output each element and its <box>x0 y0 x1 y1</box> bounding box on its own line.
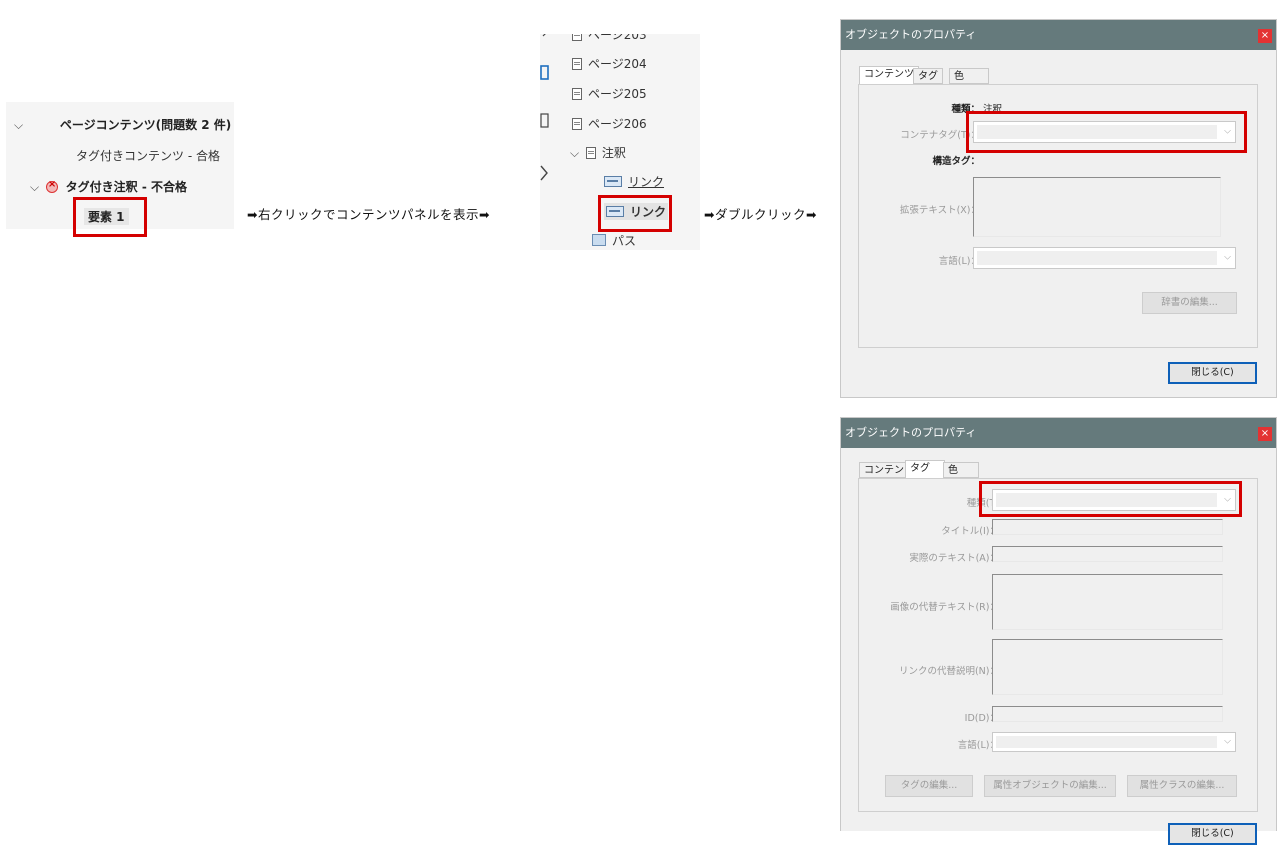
chevron-down-icon: ⌵ <box>1224 736 1231 747</box>
page-icon <box>572 118 582 130</box>
alt-text-label: 画像の代替テキスト(R)： <box>890 602 999 613</box>
highlight-box <box>966 111 1247 153</box>
edit-attribute-class-button[interactable]: 属性クラスの編集... <box>1127 775 1237 797</box>
instruction-right-click: ➡右クリックでコンテンツパネルを表示➡ <box>247 207 490 222</box>
tree-row-tagged-content[interactable]: タグ付きコンテンツ - 合格 <box>76 147 220 164</box>
close-icon[interactable]: × <box>1258 427 1272 441</box>
page-icon <box>572 58 582 70</box>
chevron-down-icon[interactable]: ⌵ <box>30 180 42 195</box>
link-alt-label: リンクの代替説明(N)： <box>898 666 999 677</box>
highlight-box <box>73 197 147 237</box>
error-icon <box>45 179 58 193</box>
tree-item-page[interactable]: ページ205 <box>572 85 647 102</box>
tree-item-annotation[interactable]: ⌵ 注釈 <box>570 144 626 161</box>
tree-row-page-content[interactable]: ⌵ ページコンテンツ(問題数 2 件) <box>14 116 231 133</box>
tab-panel: 種類(T) ⌵ タイトル(I)： 実際のテキスト(A)： 画像の代替テキスト(R… <box>858 478 1258 812</box>
language-select[interactable]: ⌵ <box>992 732 1236 752</box>
language-select[interactable]: ⌵ <box>973 247 1236 269</box>
dialog-title: オブジェクトのプロパティ <box>841 418 1276 448</box>
tree-item-label: ページ204 <box>588 57 647 71</box>
object-properties-dialog-tag: オブジェクトのプロパティ × コンテンツ タグ 色 種類(T) ⌵ タイトル(I… <box>840 417 1277 845</box>
highlight-box <box>979 481 1242 517</box>
ext-text-label: 拡張テキスト(X)： <box>899 205 980 216</box>
tree-item-path[interactable]: パス <box>592 232 636 249</box>
tree-item-label: 注釈 <box>601 146 626 160</box>
chevron-down-icon[interactable]: ⌵ <box>14 118 26 133</box>
chevron-down-icon[interactable]: ⌵ <box>570 146 582 161</box>
panel-sidebar <box>540 34 558 250</box>
tree-item-label: パス <box>612 234 637 248</box>
tree-item-link[interactable]: リンク <box>604 173 664 190</box>
tree-row-tagged-annotation[interactable]: ⌵ タグ付き注釈 - 不合格 <box>30 178 187 195</box>
page-icon <box>572 88 582 100</box>
page-icon <box>572 34 582 41</box>
actual-text-label: 実際のテキスト(A)： <box>909 553 999 564</box>
close-icon[interactable]: × <box>1258 29 1272 43</box>
tab-color[interactable]: 色 <box>949 68 989 84</box>
close-button[interactable]: 閉じる(C) <box>1168 362 1257 384</box>
alt-text-field[interactable] <box>992 574 1223 630</box>
id-field[interactable] <box>992 706 1223 722</box>
tab-content[interactable]: コンテンツ <box>859 66 919 84</box>
link-alt-field[interactable] <box>992 639 1223 695</box>
ext-text-field[interactable] <box>973 177 1221 237</box>
tree-item-page[interactable]: ページ204 <box>572 55 647 72</box>
tree-item-page[interactable]: ページ203 <box>572 34 647 43</box>
tab-tag[interactable]: タグ <box>905 460 945 478</box>
tree-item-label: ページ203 <box>588 34 647 42</box>
path-icon <box>592 234 606 246</box>
tab-tag[interactable]: タグ <box>913 68 943 84</box>
actual-text-field[interactable] <box>992 546 1223 562</box>
object-properties-dialog-content: オブジェクトのプロパティ × コンテンツ タグ 色 種類： 注釈 コンテナタグ(… <box>840 19 1277 398</box>
edit-dictionary-button[interactable]: 辞書の編集... <box>1142 292 1237 314</box>
title-label: タイトル(I)： <box>941 526 999 537</box>
highlight-box <box>598 195 672 232</box>
title-field[interactable] <box>992 519 1223 535</box>
dialog-title: オブジェクトのプロパティ <box>841 20 1276 50</box>
edit-attribute-object-button[interactable]: 属性オブジェクトの編集... <box>984 775 1116 797</box>
close-button[interactable]: 閉じる(C) <box>1168 823 1257 845</box>
tree-item-label: ページ206 <box>588 117 647 131</box>
chevron-down-icon: ⌵ <box>1224 252 1231 263</box>
struct-tag-label: 構造タグ： <box>932 156 980 167</box>
tree-item-page[interactable]: ページ206 <box>572 115 647 132</box>
instruction-double-click: ➡ダブルクリック➡ <box>704 207 817 222</box>
edit-tag-button[interactable]: タグの編集... <box>885 775 973 797</box>
tree-row-label: ページコンテンツ(問題数 2 件) <box>59 118 232 132</box>
link-icon <box>604 176 622 187</box>
tree-row-label: タグ付きコンテンツ - 合格 <box>76 149 220 163</box>
tab-color[interactable]: 色 <box>943 462 979 478</box>
tree-row-label: タグ付き注釈 - 不合格 <box>65 180 187 194</box>
tree-item-label: リンク <box>628 175 665 189</box>
page-icon <box>585 147 596 159</box>
tree-item-label: ページ205 <box>588 87 647 101</box>
